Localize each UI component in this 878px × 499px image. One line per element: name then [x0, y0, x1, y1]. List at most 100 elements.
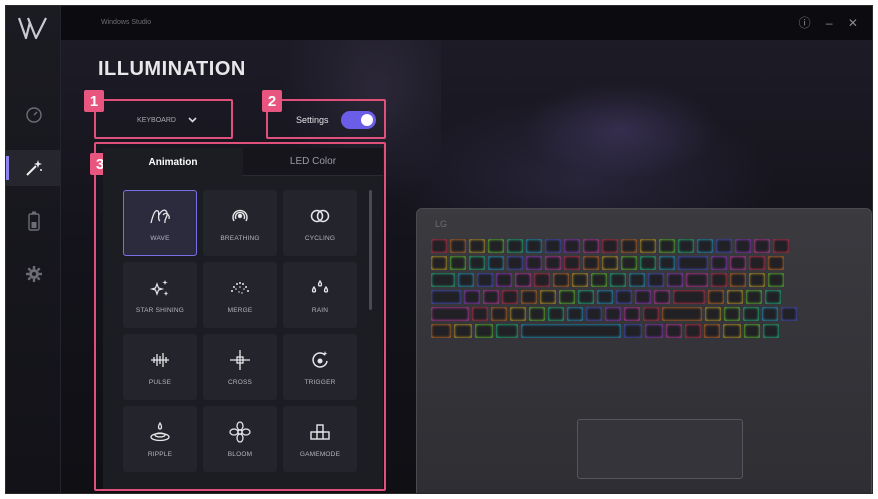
annotation-badge-1: 1	[84, 90, 104, 112]
keyboard-key	[475, 324, 493, 338]
keyboard-key	[629, 273, 645, 287]
keyboard-key	[659, 239, 675, 253]
touchpad	[577, 419, 743, 479]
keyboard-key	[744, 324, 760, 338]
magic-wand-icon	[25, 160, 42, 176]
keyboard-key	[586, 307, 602, 321]
effect-tile-pulse[interactable]: PULSE	[123, 334, 197, 400]
keyboard-key	[507, 256, 523, 270]
effect-tile-breathing[interactable]: BREATHING	[203, 190, 277, 256]
nav-dashboard[interactable]	[6, 96, 61, 132]
keyboard-key	[624, 307, 640, 321]
keyboard-key	[749, 256, 765, 270]
keyboard-key	[431, 256, 447, 270]
keyboard-key	[469, 239, 485, 253]
effect-tile-cycling[interactable]: CYCLING	[283, 190, 357, 256]
keyboard-key	[662, 307, 702, 321]
effect-label: CROSS	[227, 378, 253, 386]
keyboard-key	[781, 307, 797, 321]
keyboard-preview: LG	[416, 208, 872, 493]
cross-icon	[230, 349, 250, 370]
keyboard-key	[559, 290, 575, 304]
keyboard-key	[723, 324, 741, 338]
keyboard-key	[610, 273, 626, 287]
keyboard-key	[564, 239, 580, 253]
nav-illumination[interactable]	[6, 150, 61, 186]
keyboard-key	[640, 239, 656, 253]
keyboard-row	[431, 256, 859, 270]
keyboard-key	[667, 273, 683, 287]
illumination-toggle[interactable]	[341, 111, 376, 129]
effect-tile-ripple[interactable]: RIPPLE	[123, 406, 197, 472]
keyboard-key	[578, 290, 594, 304]
effects-scrollbar[interactable]	[369, 190, 372, 310]
effect-label: WAVE	[150, 234, 170, 242]
trigger-icon	[312, 350, 328, 368]
keyboard-key	[711, 273, 727, 287]
keyboard-key	[659, 256, 675, 270]
keyboard-key	[645, 324, 663, 338]
wave-icon	[150, 209, 170, 223]
star-shining-icon	[149, 279, 169, 296]
effect-label: PULSE	[148, 378, 172, 386]
effect-tile-bloom[interactable]: BLOOM	[203, 406, 277, 472]
effect-tile-trigger[interactable]: TRIGGER	[283, 334, 357, 400]
device-dropdown[interactable]: KEYBOARD	[103, 104, 231, 136]
keyboard-row	[431, 324, 859, 338]
keyboard-keys	[431, 239, 859, 341]
effect-tile-merge[interactable]: MERGE	[203, 262, 277, 328]
keyboard-key	[678, 256, 708, 270]
keyboard-key	[477, 273, 493, 287]
keyboard-key	[583, 256, 599, 270]
laptop-logo: LG	[435, 219, 448, 229]
keyboard-key	[472, 307, 488, 321]
keyboard-key	[507, 239, 523, 253]
keyboard-row	[431, 239, 859, 253]
keyboard-key	[697, 239, 713, 253]
keyboard-key	[643, 307, 659, 321]
effect-tile-rain[interactable]: RAIN	[283, 262, 357, 328]
effect-label: STAR SHINING	[135, 306, 185, 314]
pulse-icon	[151, 352, 169, 367]
app-title: Windows Studio	[101, 19, 152, 26]
keyboard-key	[526, 239, 542, 253]
keyboard-key	[548, 307, 564, 321]
keyboard-key	[602, 256, 618, 270]
keyboard-key	[763, 324, 779, 338]
keyboard-key	[488, 256, 504, 270]
settings-toggle-row: Settings	[272, 104, 382, 136]
keyboard-key	[730, 273, 746, 287]
keyboard-key	[510, 307, 526, 321]
keyboard-key	[545, 256, 561, 270]
effect-label: BREATHING	[220, 234, 260, 242]
keyboard-key	[765, 290, 781, 304]
keyboard-key	[502, 290, 518, 304]
keyboard-key	[540, 290, 556, 304]
effect-tile-gamemode[interactable]: GAMEMODE	[283, 406, 357, 472]
speedometer-icon	[25, 107, 42, 123]
keyboard-key	[431, 324, 451, 338]
keyboard-key	[749, 273, 765, 287]
nav-battery[interactable]	[6, 203, 61, 239]
keyboard-key	[743, 307, 759, 321]
nav-settings[interactable]	[6, 256, 61, 292]
effect-tile-cross[interactable]: CROSS	[203, 334, 277, 400]
keyboard-key	[605, 307, 621, 321]
effect-tile-wave[interactable]: WAVE	[123, 190, 197, 256]
lg-logo	[17, 17, 47, 40]
keyboard-key	[431, 290, 461, 304]
keyboard-key	[648, 273, 664, 287]
effect-label: RAIN	[311, 306, 329, 314]
effect-label: BLOOM	[227, 450, 253, 458]
tab-led-color[interactable]: LED Color	[243, 148, 383, 176]
keyboard-key	[708, 290, 724, 304]
keyboard-key	[450, 239, 466, 253]
title-bar: Windows Studio ⓘ – ✕	[61, 6, 872, 40]
keyboard-key	[572, 273, 588, 287]
tab-animation[interactable]: Animation	[103, 148, 243, 176]
window-controls[interactable]: ⓘ – ✕	[799, 14, 864, 31]
effect-label: MERGE	[227, 306, 253, 314]
keyboard-key	[678, 239, 694, 253]
keyboard-key	[735, 239, 751, 253]
effect-tile-star-shining[interactable]: STAR SHINING	[123, 262, 197, 328]
